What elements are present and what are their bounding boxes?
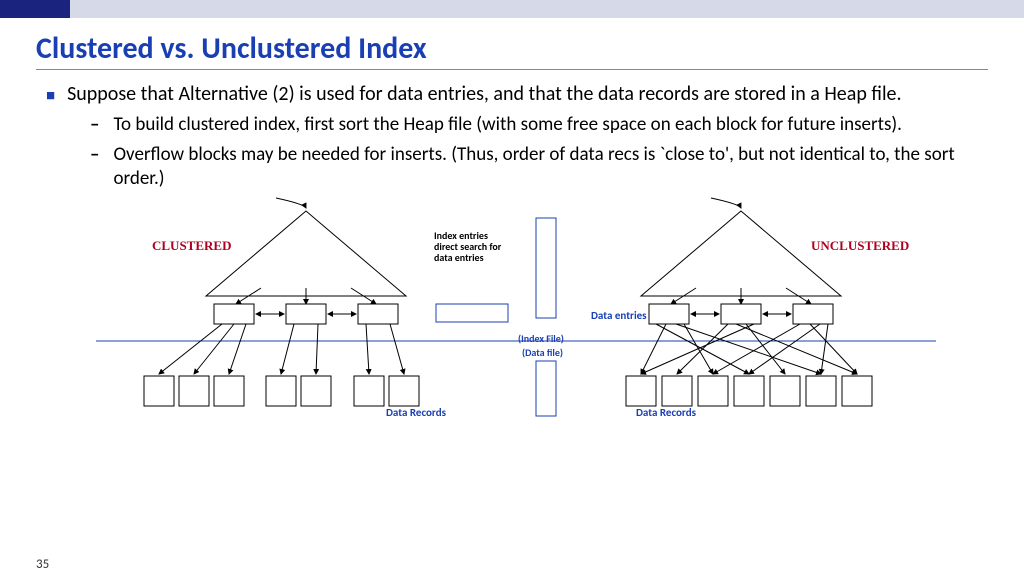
diagram-svg [36, 196, 996, 436]
bullet-level2: – Overflow blocks may be needed for inse… [90, 143, 988, 191]
bullet2a-text: To build clustered index, first sort the… [113, 113, 902, 137]
index-diagram: CLUSTERED UNCLUSTERED Index entries dire… [36, 196, 996, 436]
slide-number: 35 [36, 557, 49, 572]
bullet2b-text: Overflow blocks may be needed for insert… [113, 143, 988, 191]
bullet-square-icon: ■ [46, 87, 55, 107]
slide-title: Clustered vs. Unclustered Index [36, 30, 988, 70]
top-bar [0, 0, 1024, 18]
bullet-level2: – To build clustered index, first sort t… [90, 113, 988, 137]
bullet1-text: Suppose that Alternative (2) is used for… [67, 82, 901, 107]
bullet-dash-icon: – [90, 113, 99, 137]
top-bar-accent [0, 0, 70, 18]
bullet-dash-icon: – [90, 143, 99, 191]
bullet-level1: ■ Suppose that Alternative (2) is used f… [46, 82, 988, 107]
